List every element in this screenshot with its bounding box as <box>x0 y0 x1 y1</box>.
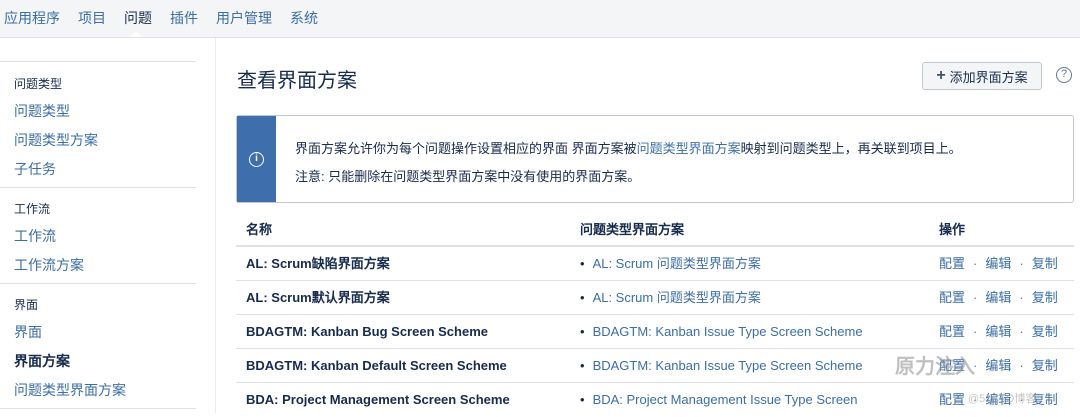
separator: · <box>1019 324 1024 339</box>
info-line-2: 注意: 只能删除在问题类型界面方案中没有使用的界面方案。 <box>295 169 641 184</box>
table-header: 名称 问题类型界面方案 操作 <box>236 214 1074 247</box>
separator: · <box>1019 358 1024 373</box>
table-row: BDA: Project Management Screen Scheme • B… <box>236 383 1074 417</box>
scheme-name: BDAGTM: Kanban Default Screen Scheme <box>246 358 507 373</box>
sidebar-item-screen-schemes[interactable]: 界面方案 <box>14 351 70 371</box>
bullet-icon: • <box>580 392 585 407</box>
separator: · <box>1019 256 1024 271</box>
sidebar-item-issue-type-screen-schemes[interactable]: 问题类型界面方案 <box>14 380 126 400</box>
sidebar-divider <box>0 187 196 188</box>
row-operations: 配置 · 编辑 · 复制 <box>939 247 1058 280</box>
configure-link[interactable]: 配置 <box>939 324 965 339</box>
separator: · <box>1019 290 1024 305</box>
edit-link[interactable]: 编辑 <box>985 358 1011 373</box>
add-screen-scheme-button[interactable]: + 添加界面方案 <box>922 62 1042 90</box>
page-title: 查看界面方案 <box>237 70 357 92</box>
column-header-operations: 操作 <box>939 222 966 237</box>
table-row: AL: Scrum缺陷界面方案 • AL: Scrum 问题类型界面方案 配置 · 编… <box>236 247 1074 281</box>
configure-link[interactable]: 配置 <box>939 290 965 305</box>
issue-type-screen-scheme-link[interactable]: BDA: Project Management Issue Type Scree… <box>593 392 858 407</box>
question-circle-icon[interactable]: ? <box>1056 67 1072 83</box>
copy-link[interactable]: 复制 <box>1032 290 1058 305</box>
issue-type-screen-scheme-link[interactable]: 问题类型界面方案 <box>637 141 741 156</box>
scheme-name: AL: Scrum默认界面方案 <box>246 290 390 305</box>
bullet-icon: • <box>580 256 585 271</box>
issue-type-screen-scheme-cell: • BDAGTM: Kanban Issue Type Screen Scheme <box>580 315 863 348</box>
sidebar-item-subtasks[interactable]: 子任务 <box>14 159 56 179</box>
sidebar-item-screens[interactable]: 界面 <box>14 322 42 342</box>
issue-type-screen-scheme-cell: • BDAGTM: Kanban Issue Type Screen Scheme <box>580 349 863 382</box>
info-line-1: 界面方案允许你为每个问题操作设置相应的界面 界面方案被问题类型界面方案映射到问题… <box>295 138 962 157</box>
separator: · <box>973 256 978 271</box>
watermark: 原力注入 <box>895 356 975 378</box>
separator: · <box>973 324 978 339</box>
sidebar-item-issue-type-schemes[interactable]: 问题类型方案 <box>14 130 98 150</box>
sidebar-divider <box>0 408 196 409</box>
separator: · <box>973 290 978 305</box>
watermark-sub: @51CTO博客 <box>968 393 1037 405</box>
sidebar-item-issue-types[interactable]: 问题类型 <box>14 101 70 121</box>
add-button-label: 添加界面方案 <box>949 69 1028 85</box>
tab-addons[interactable]: 插件 <box>170 0 198 37</box>
sidebar-item-workflows[interactable]: 工作流 <box>14 226 56 246</box>
issue-type-screen-scheme-link[interactable]: AL: Scrum 问题类型界面方案 <box>593 290 761 305</box>
scheme-name: BDAGTM: Kanban Bug Screen Scheme <box>246 324 488 339</box>
sidebar-group-title-workflows: 工作流 <box>14 202 51 216</box>
sidebar-divider <box>0 61 196 62</box>
sidebar-divider <box>0 283 196 284</box>
column-header-issue-type-screen-scheme: 问题类型界面方案 <box>580 222 685 237</box>
table-row: BDAGTM: Kanban Bug Screen Scheme • BDAGTM… <box>236 315 1074 349</box>
table-row: AL: Scrum默认界面方案 • AL: Scrum 问题类型界面方案 配置 · 编… <box>236 281 1074 315</box>
column-header-name: 名称 <box>246 222 273 237</box>
configure-link[interactable]: 配置 <box>939 256 965 271</box>
edit-link[interactable]: 编辑 <box>985 256 1011 271</box>
sidebar-item-workflow-schemes[interactable]: 工作流方案 <box>14 255 84 275</box>
issue-type-screen-scheme-cell: • AL: Scrum 问题类型界面方案 <box>580 247 761 280</box>
edit-link[interactable]: 编辑 <box>985 324 1011 339</box>
tab-user-management[interactable]: 用户管理 <box>216 0 272 37</box>
active-tab-indicator <box>130 31 142 37</box>
copy-link[interactable]: 复制 <box>1032 358 1058 373</box>
configure-link[interactable]: 配置 <box>939 392 965 407</box>
issue-type-screen-scheme-link[interactable]: BDAGTM: Kanban Issue Type Screen Scheme <box>593 358 863 373</box>
row-operations: 配置 · 编辑 · 复制 <box>939 315 1058 348</box>
copy-link[interactable]: 复制 <box>1032 256 1058 271</box>
info-stripe: i <box>237 116 276 202</box>
sidebar-group-title-screens: 界面 <box>14 298 39 312</box>
issue-type-screen-scheme-link[interactable]: BDAGTM: Kanban Issue Type Screen Scheme <box>593 324 863 339</box>
issue-type-screen-scheme-cell: • AL: Scrum 问题类型界面方案 <box>580 281 761 314</box>
info-text: 映射到问题类型上，再关联到项目上。 <box>740 141 962 156</box>
top-navigation: 应用程序 项目 问题 插件 用户管理 系统 <box>0 0 1080 38</box>
scheme-name: BDA: Project Management Screen Scheme <box>246 392 510 407</box>
tab-applications[interactable]: 应用程序 <box>4 0 60 37</box>
info-message: i 界面方案允许你为每个问题操作设置相应的界面 界面方案被问题类型界面方案映射到… <box>236 115 1074 203</box>
sidebar-group-title-issue-types: 问题类型 <box>14 77 63 91</box>
bullet-icon: • <box>580 290 585 305</box>
info-text: 界面方案允许你为每个问题操作设置相应的界面 界面方案被 <box>295 141 637 156</box>
copy-link[interactable]: 复制 <box>1032 324 1058 339</box>
issue-type-screen-scheme-cell: • BDA: Project Management Issue Type Scre… <box>580 383 858 416</box>
tab-projects[interactable]: 项目 <box>78 0 106 37</box>
edit-link[interactable]: 编辑 <box>985 290 1011 305</box>
tab-system[interactable]: 系统 <box>290 0 318 37</box>
sidebar: 问题类型 问题类型 问题类型方案 子任务 工作流 工作流 工作流方案 界面 界面… <box>0 38 216 413</box>
bullet-icon: • <box>580 358 585 373</box>
row-operations: 配置 · 编辑 · 复制 <box>939 281 1058 314</box>
issue-type-screen-scheme-link[interactable]: AL: Scrum 问题类型界面方案 <box>593 256 761 271</box>
info-circle-icon: i <box>249 152 264 167</box>
bullet-icon: • <box>580 324 585 339</box>
scheme-name: AL: Scrum缺陷界面方案 <box>246 256 390 271</box>
plus-icon: + <box>936 67 946 84</box>
sidebar-border <box>215 38 216 413</box>
